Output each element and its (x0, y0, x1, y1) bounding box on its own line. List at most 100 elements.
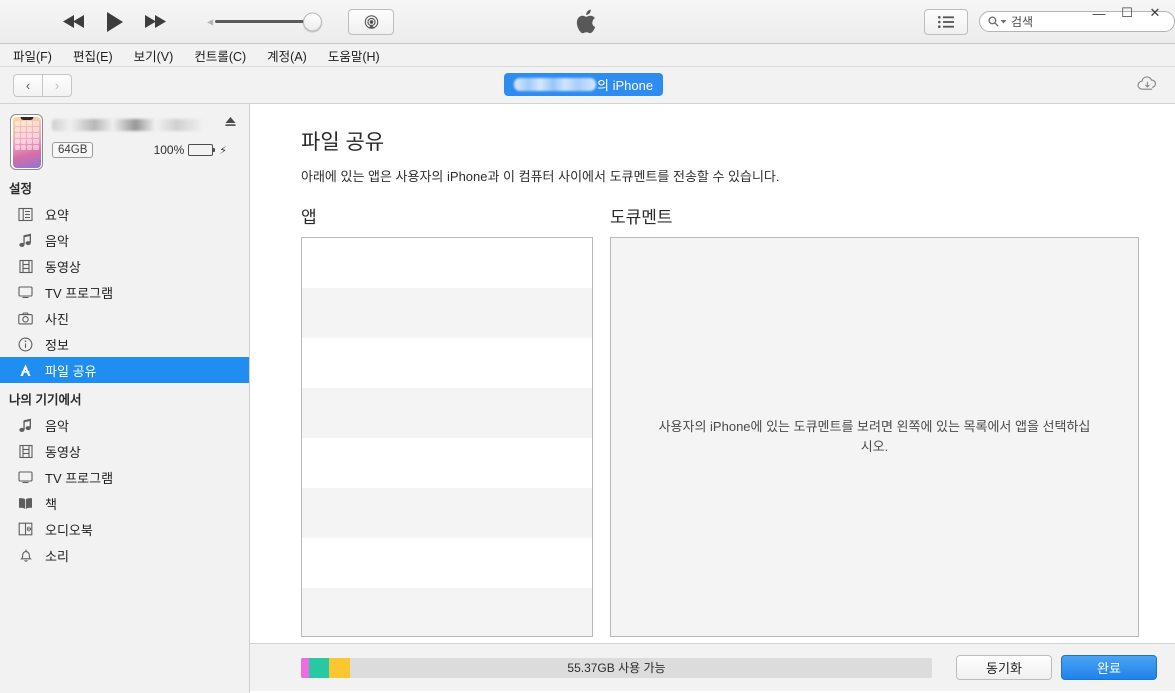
play-button[interactable] (105, 11, 124, 33)
sidebar-item-ondevice-movies[interactable]: 동영상 (0, 438, 249, 464)
storage-capacity-badge: 64GB (52, 142, 93, 158)
battery-cap (213, 148, 215, 152)
sidebar-item-ondevice-books[interactable]: 책 (0, 490, 249, 516)
sidebar-item-label: 파일 공유 (45, 361, 96, 380)
menu-item-file[interactable]: 파일(F) (10, 45, 55, 66)
battery-status: 100% ⚡ (154, 143, 241, 157)
rewind-button[interactable] (62, 13, 87, 30)
info-circle-icon (17, 336, 34, 353)
audiobook-icon (17, 521, 34, 538)
list-item[interactable] (302, 488, 592, 538)
volume-track (215, 20, 310, 23)
list-view-button[interactable] (924, 9, 968, 35)
chevron-down-icon (1000, 18, 1007, 25)
sidebar-item-ondevice-audiobooks[interactable]: 오디오북 (0, 516, 249, 542)
sidebar-item-ondevice-tones[interactable]: 소리 (0, 542, 249, 568)
sidebar-item-label: 동영상 (45, 442, 81, 461)
tv-icon (17, 469, 34, 486)
documents-column: 도큐멘트 사용자의 iPhone에 있는 도큐멘트를 보려면 왼쪽에 있는 목록… (610, 203, 1139, 637)
menu-item-view[interactable]: 보기(V) (131, 45, 177, 66)
sidebar-item-label: 음악 (45, 231, 69, 250)
back-button[interactable]: ‹ (13, 74, 43, 97)
sidebar-item-photos[interactable]: 사진 (0, 305, 249, 331)
done-button[interactable]: 완료 (1061, 655, 1157, 680)
top-toolbar: ◀ (0, 0, 1175, 44)
menu-item-account[interactable]: 계정(A) (264, 45, 310, 66)
film-icon (17, 258, 34, 275)
sidebar-item-ondevice-tv-shows[interactable]: TV 프로그램 (0, 464, 249, 490)
sidebar-item-music[interactable]: 음악 (0, 227, 249, 253)
file-sharing-columns: 앱 도큐멘트 사용자의 iPhone에 있는 도큐멘트를 보려면 왼쪽에 있는 … (301, 203, 1139, 637)
sidebar-item-movies[interactable]: 동영상 (0, 253, 249, 279)
volume-knob[interactable] (303, 12, 322, 31)
phone-notch (20, 117, 33, 121)
minimize-button[interactable]: — (1085, 2, 1113, 24)
documents-empty-message: 사용자의 iPhone에 있는 도큐멘트를 보려면 왼쪽에 있는 목록에서 앱을… (655, 417, 1094, 457)
sidebar-item-info[interactable]: 정보 (0, 331, 249, 357)
capacity-label: 55.37GB 사용 가능 (301, 658, 932, 678)
documents-pane[interactable]: 사용자의 iPhone에 있는 도큐멘트를 보려면 왼쪽에 있는 목록에서 앱을… (610, 237, 1139, 637)
charging-bolt-icon: ⚡ (219, 144, 227, 157)
list-item[interactable] (302, 338, 592, 388)
sidebar-item-file-sharing[interactable]: 파일 공유 (0, 357, 249, 383)
list-item[interactable] (302, 388, 592, 438)
sidebar-item-label: 책 (45, 494, 57, 513)
sidebar-section-ondevice-title: 나의 기기에서 (0, 383, 249, 412)
list-item[interactable] (302, 438, 592, 488)
sidebar-item-label: 소리 (45, 546, 69, 565)
apple-logo (576, 8, 600, 36)
sidebar-ondevice-list: 음악 동영상 TV 프로그램 (0, 412, 249, 568)
menu-item-controls[interactable]: 컨트롤(C) (191, 45, 249, 66)
forward-button[interactable]: › (43, 74, 72, 97)
bell-icon (17, 547, 34, 564)
sidebar-item-ondevice-music[interactable]: 음악 (0, 412, 249, 438)
fast-forward-button[interactable] (142, 13, 167, 30)
sync-button[interactable]: 동기화 (956, 655, 1052, 680)
list-item[interactable] (302, 538, 592, 588)
sidebar-item-tv-shows[interactable]: TV 프로그램 (0, 279, 249, 305)
device-name-redacted (514, 78, 596, 91)
transport-controls (62, 11, 167, 33)
film-icon (17, 443, 34, 460)
music-note-icon (17, 232, 34, 249)
main-content: 파일 공유 아래에 있는 앱은 사용자의 iPhone과 이 컴퓨터 사이에서 … (250, 104, 1175, 693)
sidebar: 64GB 100% ⚡ 설정 (0, 104, 250, 693)
device-tab-label: 의 iPhone (597, 75, 653, 94)
summary-icon (17, 206, 34, 223)
bottom-status-bar: 55.37GB 사용 가능 동기화 완료 (250, 643, 1175, 691)
sidebar-item-label: 음악 (45, 416, 69, 435)
search-input[interactable]: 검색 (1011, 13, 1033, 30)
apps-column-header: 앱 (301, 203, 593, 228)
battery-icon (188, 144, 213, 156)
list-item[interactable] (302, 238, 592, 288)
device-tab[interactable]: 의 iPhone (504, 73, 663, 96)
navigation-row: ‹ › 의 iPhone (0, 67, 1175, 104)
storage-capacity-bar: 55.37GB 사용 가능 (301, 658, 932, 678)
device-header[interactable]: 64GB 100% ⚡ (0, 112, 249, 172)
iphone-thumbnail (10, 114, 43, 170)
search-icon (988, 16, 1007, 27)
menu-item-edit[interactable]: 편집(E) (70, 45, 116, 66)
cloud-download-icon[interactable] (1137, 76, 1159, 95)
maximize-button[interactable]: ☐ (1113, 2, 1141, 24)
toolbar-right-group: 검색 — ☐ ✕ (924, 0, 1175, 43)
sidebar-item-label: 요약 (45, 205, 69, 224)
camera-icon (17, 310, 34, 327)
menu-item-help[interactable]: 도움말(H) (325, 45, 383, 66)
window-controls: — ☐ ✕ (1085, 2, 1169, 24)
eject-icon[interactable] (224, 115, 237, 131)
apps-column: 앱 (301, 203, 593, 637)
tv-icon (17, 284, 34, 301)
airplay-button[interactable] (348, 9, 394, 35)
close-button[interactable]: ✕ (1141, 2, 1169, 24)
sidebar-item-summary[interactable]: 요약 (0, 201, 249, 227)
sidebar-item-label: 동영상 (45, 257, 81, 276)
list-item[interactable] (302, 288, 592, 338)
list-item[interactable] (302, 588, 592, 637)
sidebar-item-label: TV 프로그램 (45, 283, 113, 302)
sidebar-item-label: 오디오북 (45, 520, 93, 539)
sidebar-settings-list: 요약 음악 동영상 (0, 201, 249, 383)
page-title: 파일 공유 (301, 126, 1139, 156)
apps-list[interactable] (301, 237, 593, 637)
phone-screen (13, 117, 41, 168)
